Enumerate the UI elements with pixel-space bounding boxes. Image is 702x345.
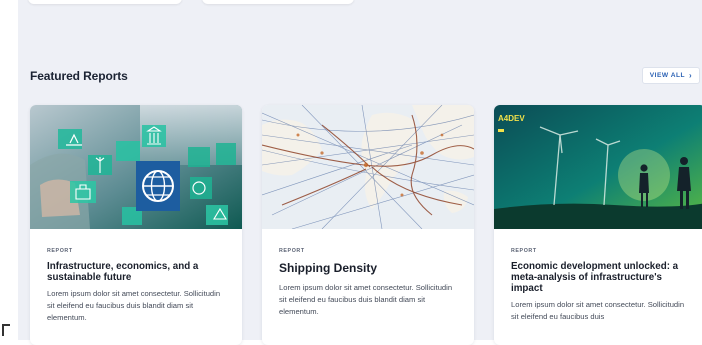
report-card-body: REPORT Shipping Density Lorem ipsum dolo… (279, 248, 460, 318)
report-image-economic-development: A4DEV (494, 105, 702, 229)
view-all-label: VIEW ALL (649, 72, 686, 79)
report-description: Lorem ipsum dolor sit amet consectetur. … (47, 289, 221, 322)
report-description: Lorem ipsum dolor sit amet consectetur. … (279, 283, 453, 316)
report-image-infrastructure (30, 105, 242, 229)
report-description: Lorem ipsum dolor sit amet consectetur. … (511, 300, 685, 321)
image-badge-text: A4DEV (498, 114, 525, 123)
chevron-right-icon: › (689, 70, 693, 80)
report-card-body: REPORT Infrastructure, economics, and a … (47, 248, 228, 324)
top-card-left[interactable] (28, 0, 182, 4)
report-card-infrastructure[interactable]: REPORT Infrastructure, economics, and a … (30, 105, 242, 345)
report-title[interactable]: Economic development unlocked: a meta-an… (511, 261, 692, 294)
report-card-shipping-density[interactable]: REPORT Shipping Density Lorem ipsum dolo… (262, 105, 474, 345)
left-edge (0, 0, 18, 340)
report-title[interactable]: Shipping Density (279, 261, 460, 275)
report-card-economic-development[interactable]: A4DEV REPORT Economic development unlock… (494, 105, 702, 345)
edge-corner-mark (2, 324, 10, 336)
report-tag: REPORT (511, 248, 537, 254)
report-tag: REPORT (279, 248, 305, 254)
top-card-right[interactable] (202, 0, 354, 4)
report-card-body: REPORT Economic development unlocked: a … (511, 248, 692, 323)
section-title: Featured Reports (30, 69, 128, 83)
report-title[interactable]: Infrastructure, economics, and a sustain… (47, 261, 228, 283)
report-image-shipping-density (262, 105, 474, 229)
view-all-button[interactable]: VIEW ALL › (642, 67, 700, 84)
report-tag: REPORT (47, 248, 73, 254)
